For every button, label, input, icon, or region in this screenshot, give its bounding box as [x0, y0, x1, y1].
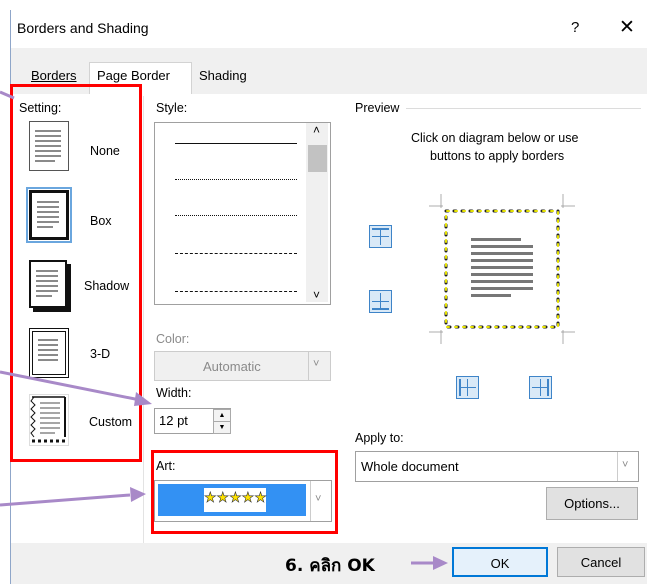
step-annotation: 6. คลิก OK — [285, 556, 375, 576]
annotation-arrows — [0, 90, 448, 570]
